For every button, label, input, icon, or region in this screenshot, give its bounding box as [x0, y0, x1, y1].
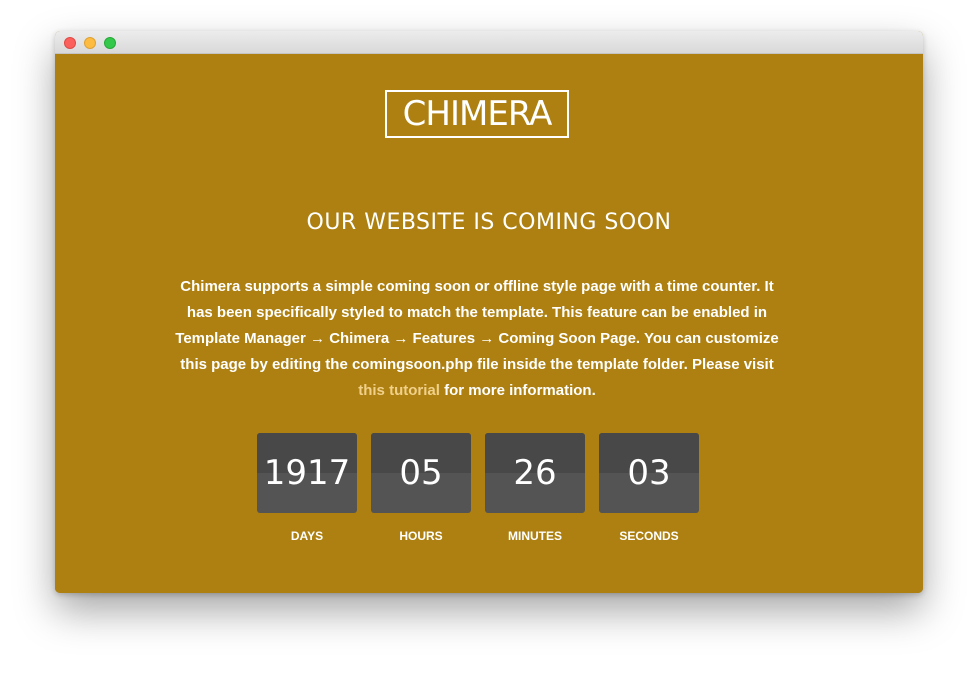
hours-value: 05 — [399, 453, 443, 493]
browser-window: CHIMERA OUR WEBSITE IS COMING SOON Chime… — [55, 31, 923, 593]
days-value: 1917 — [263, 453, 351, 493]
countdown-minutes: 26 MINUTES — [485, 433, 585, 543]
counter-box: 26 — [485, 433, 585, 513]
hours-label: HOURS — [399, 529, 443, 543]
seconds-label: SECONDS — [619, 529, 679, 543]
maximize-window-button[interactable] — [104, 37, 116, 49]
close-window-button[interactable] — [64, 37, 76, 49]
coming-soon-page: CHIMERA OUR WEBSITE IS COMING SOON Chime… — [55, 54, 923, 593]
days-label: DAYS — [290, 529, 324, 543]
counter-box: 03 — [599, 433, 699, 513]
description-text: Chimera supports a simple coming soon or… — [175, 278, 779, 373]
window-titlebar — [55, 31, 923, 54]
counter-box: 1917 — [257, 433, 357, 513]
counter-box: 05 — [371, 433, 471, 513]
page-description: Chimera supports a simple coming soon or… — [175, 274, 779, 404]
page-headline: OUR WEBSITE IS COMING SOON — [306, 210, 672, 235]
seconds-value: 03 — [627, 453, 671, 493]
site-logo: CHIMERA — [385, 90, 569, 138]
minimize-window-button[interactable] — [84, 37, 96, 49]
minutes-value: 26 — [513, 453, 557, 493]
countdown-seconds: 03 SECONDS — [599, 433, 699, 543]
minutes-label: MINUTES — [508, 529, 562, 543]
description-suffix: for more information. — [439, 382, 596, 399]
tutorial-link[interactable]: this tutorial — [358, 382, 440, 399]
countdown-days: 1917 DAYS — [257, 433, 357, 543]
countdown-hours: 05 HOURS — [371, 433, 471, 543]
